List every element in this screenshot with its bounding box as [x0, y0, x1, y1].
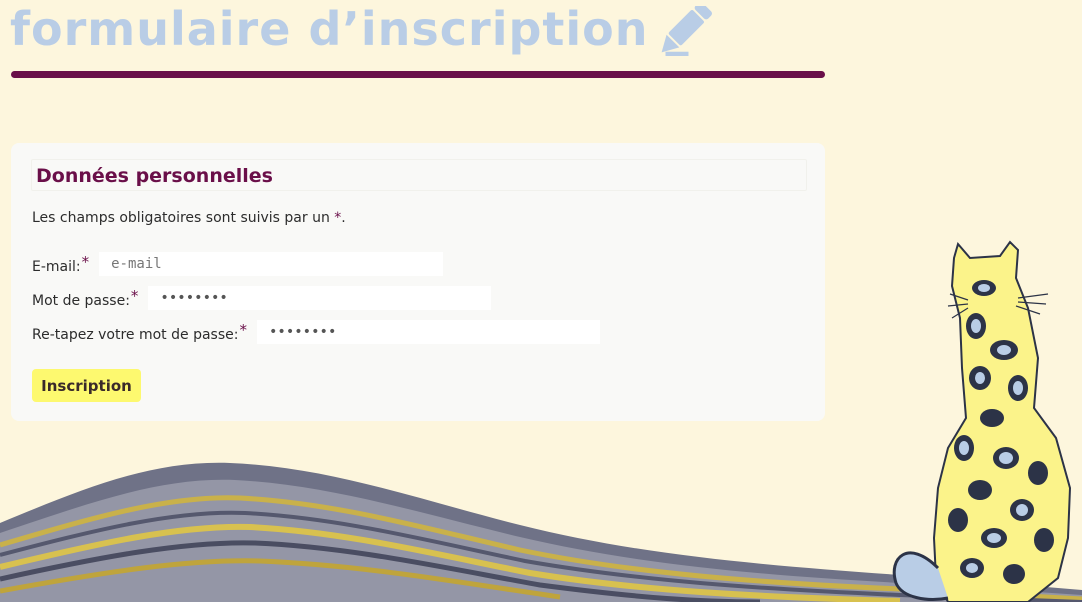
- confirm-password-row: Re-tapez votre mot de passe:*: [32, 320, 600, 344]
- registration-form: Données personnelles Les champs obligato…: [11, 143, 825, 421]
- email-required-mark: *: [81, 253, 90, 271]
- leopard-illustration: [892, 240, 1072, 602]
- password-input[interactable]: [148, 286, 492, 310]
- required-note-end: .: [341, 210, 346, 226]
- submit-button[interactable]: Inscription: [32, 369, 141, 402]
- email-row: E-mail:*: [32, 252, 444, 276]
- email-label: E-mail:*: [32, 253, 89, 275]
- title-underline: [11, 71, 825, 78]
- fieldset-legend: Données personnelles: [36, 165, 273, 187]
- password-label-text: Mot de passe:: [32, 293, 130, 309]
- email-label-text: E-mail:: [32, 259, 81, 275]
- password-row: Mot de passe:*: [32, 286, 492, 310]
- password-required-mark: *: [130, 287, 139, 305]
- required-note-text: Les champs obligatoires sont suivis par …: [32, 210, 335, 226]
- confirm-password-input[interactable]: [256, 320, 600, 344]
- header: formulaire d’inscription _: [0, 0, 830, 80]
- confirm-password-label: Re-tapez votre mot de passe:*: [32, 321, 247, 343]
- confirm-password-required-mark: *: [239, 321, 247, 339]
- page-title: formulaire d’inscription _: [10, 2, 690, 56]
- email-input[interactable]: [99, 252, 444, 276]
- required-note: Les champs obligatoires sont suivis par …: [32, 210, 346, 226]
- pencil-icon: [661, 6, 712, 53]
- password-label: Mot de passe:*: [32, 287, 138, 309]
- confirm-password-label-text: Re-tapez votre mot de passe:: [32, 327, 239, 343]
